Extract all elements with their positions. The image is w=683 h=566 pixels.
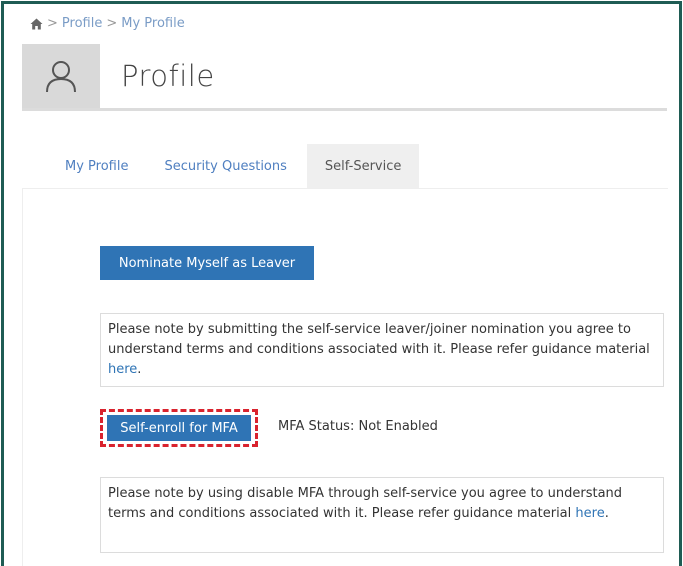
leaver-note-suffix: . <box>137 362 142 377</box>
breadcrumb-item-profile[interactable]: Profile <box>62 16 102 31</box>
self-service-panel: Nominate Myself as Leaver Please note by… <box>22 188 668 566</box>
mfa-guidance-link[interactable]: here <box>575 506 604 521</box>
breadcrumb: > Profile > My Profile <box>30 16 185 31</box>
breadcrumb-separator: > <box>106 16 118 31</box>
nominate-leaver-button[interactable]: Nominate Myself as Leaver <box>100 246 314 280</box>
page-title: Profile <box>121 59 215 93</box>
mfa-note-text: Please note by using disable MFA through… <box>108 486 623 521</box>
home-icon[interactable] <box>30 18 43 30</box>
leaver-note-text: Please note by submitting the self-servi… <box>108 322 650 357</box>
tab-bar: My Profile Security Questions Self-Servi… <box>47 144 420 188</box>
tab-my-profile[interactable]: My Profile <box>47 144 146 188</box>
mfa-status: MFA Status: Not Enabled <box>278 419 438 434</box>
breadcrumb-item-my-profile[interactable]: My Profile <box>121 16 184 31</box>
leaver-guidance-link[interactable]: here <box>108 362 137 377</box>
leaver-note: Please note by submitting the self-servi… <box>100 313 664 387</box>
tab-security-questions[interactable]: Security Questions <box>146 144 304 188</box>
breadcrumb-separator: > <box>47 16 58 31</box>
page-header: Profile <box>22 44 667 111</box>
mfa-note: Please note by using disable MFA through… <box>100 477 664 553</box>
avatar <box>22 44 100 108</box>
self-enroll-mfa-button[interactable]: Self-enroll for MFA <box>107 415 251 441</box>
mfa-button-highlight: Self-enroll for MFA <box>100 409 258 447</box>
mfa-note-suffix: . <box>604 506 609 521</box>
user-icon <box>46 61 76 93</box>
app-frame: > Profile > My Profile Profile My Profil… <box>1 1 682 566</box>
tab-self-service[interactable]: Self-Service <box>306 144 420 188</box>
